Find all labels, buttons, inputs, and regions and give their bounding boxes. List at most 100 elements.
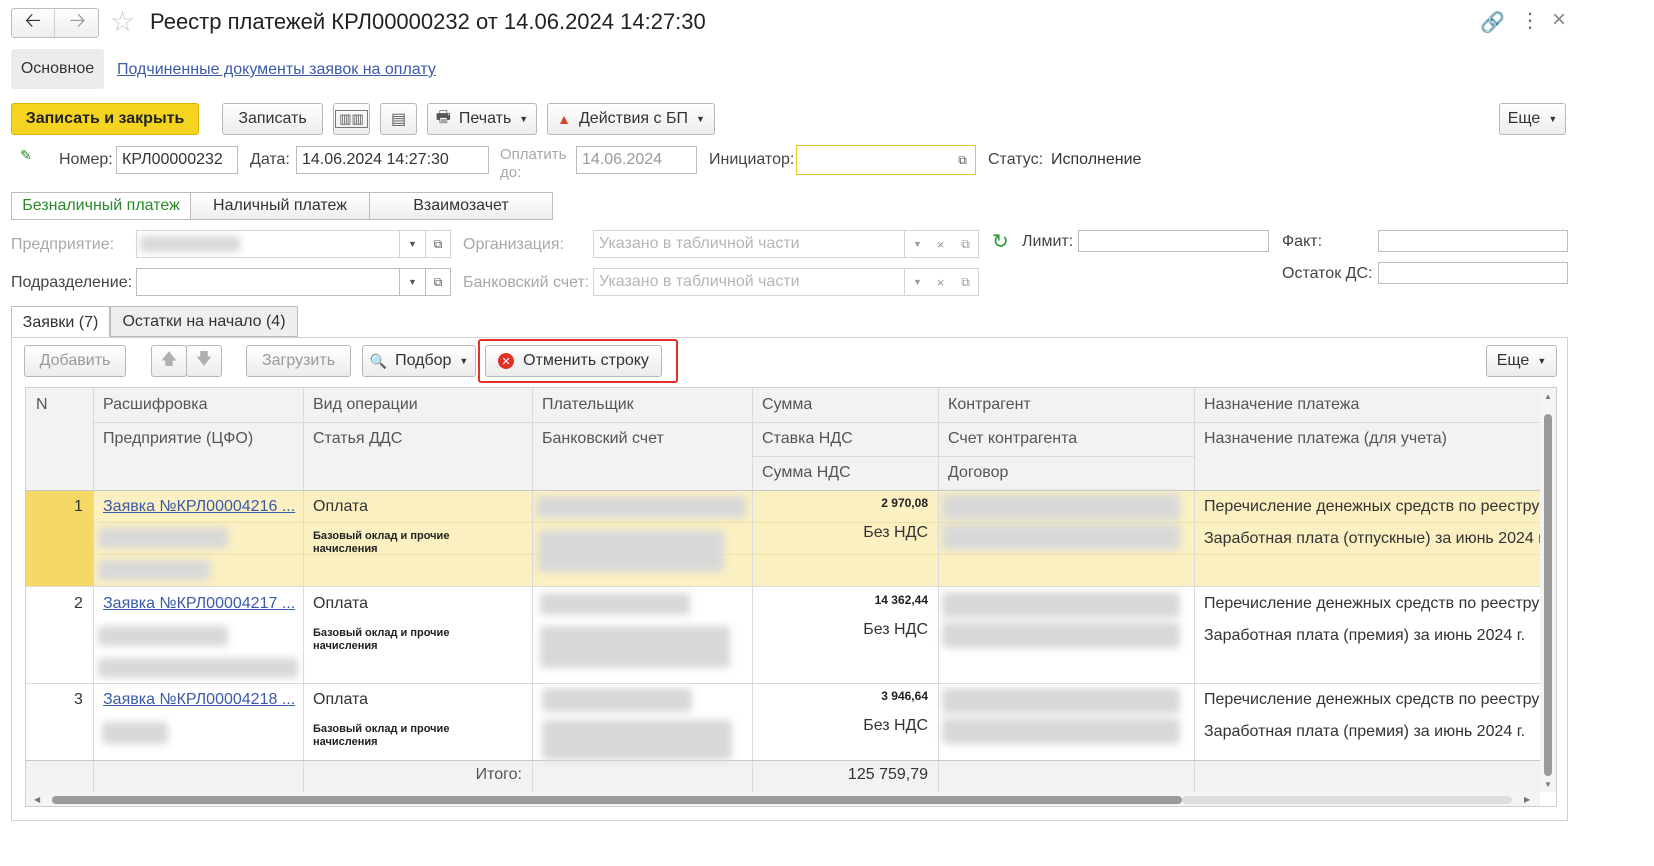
horizontal-scrollbar[interactable]: ◀ ▶ xyxy=(26,792,1540,806)
tab-main[interactable]: Основное xyxy=(11,49,104,89)
scroll-left-icon[interactable]: ◀ xyxy=(34,795,40,804)
pay-until-label-2: до: xyxy=(500,164,522,181)
back-arrow-icon[interactable]: 🡠 xyxy=(12,9,55,37)
vertical-scrollbar-thumb[interactable] xyxy=(1544,414,1552,776)
refresh-icon[interactable]: ↻ xyxy=(992,229,1009,254)
close-icon[interactable]: × xyxy=(1552,6,1566,34)
col-header-vat-sum[interactable]: Сумма НДС xyxy=(762,464,851,482)
scroll-right-icon[interactable]: ▶ xyxy=(1524,795,1530,804)
arrow-up-icon: 🡅 xyxy=(160,350,178,368)
col-header-sum[interactable]: Сумма xyxy=(762,396,812,414)
favorite-star-icon[interactable]: ☆ xyxy=(110,6,135,38)
print-button[interactable]: 🖶 Печать ▼ xyxy=(427,103,537,135)
redacted xyxy=(942,524,1180,550)
date-field[interactable]: 14.06.2024 14:27:30 xyxy=(296,146,489,174)
horizontal-scrollbar-thumb[interactable] xyxy=(52,796,1182,804)
move-down-button[interactable]: 🡇 xyxy=(186,345,222,377)
table-more-button[interactable]: Еще ▼ xyxy=(1486,345,1557,377)
date-label: Дата: xyxy=(250,151,290,168)
col-header-cp-account[interactable]: Счет контрагента xyxy=(948,430,1077,448)
sum-value: 14 362,44 xyxy=(874,593,928,607)
division-open-button[interactable]: ⧉ xyxy=(425,268,451,296)
vat-rate: Без НДС xyxy=(863,621,928,638)
redacted xyxy=(98,626,228,646)
cancel-icon: ✕ xyxy=(498,353,515,369)
total-value: 125 759,79 xyxy=(847,766,928,783)
col-header-op-type[interactable]: Вид операции xyxy=(313,396,418,414)
division-label: Подразделение: xyxy=(11,274,133,291)
redacted xyxy=(542,688,692,712)
load-button[interactable]: Загрузить xyxy=(246,345,351,377)
forward-arrow-icon[interactable]: 🡢 xyxy=(56,9,99,37)
scroll-down-icon[interactable]: ▼ xyxy=(1544,780,1552,789)
purpose-accounting: Заработная плата (отпускные) за июнь 202… xyxy=(1204,530,1547,547)
vertical-scrollbar[interactable]: ▲ ▼ xyxy=(1540,388,1556,792)
dds-article: Базовый оклад и прочие начисления xyxy=(313,723,450,748)
col-header-bank[interactable]: Банковский счет xyxy=(542,430,664,448)
fact-field[interactable] xyxy=(1378,230,1568,252)
col-header-enterprise-cfo[interactable]: Предприятие (ЦФО) xyxy=(103,430,253,448)
initiator-field[interactable] xyxy=(796,145,950,175)
purpose-accounting: Заработная плата (премия) за июнь 2024 г… xyxy=(1204,723,1526,740)
redacted xyxy=(536,496,746,518)
redacted xyxy=(98,658,298,678)
dds-article: Базовый оклад и прочие начисления xyxy=(313,530,450,555)
col-header-purpose-acc[interactable]: Назначение платежа (для учета) xyxy=(1204,430,1447,448)
bank-account-open-button: ⧉ xyxy=(953,268,979,296)
link-icon[interactable]: 🔗 xyxy=(1480,10,1505,35)
structure-button[interactable]: ▥▥ xyxy=(333,103,370,135)
number-label: Номер: xyxy=(59,151,113,168)
purpose-accounting: Заработная плата (премия) за июнь 2024 г… xyxy=(1204,627,1526,644)
initiator-open-button[interactable]: ⧉ xyxy=(950,145,976,175)
purpose: Перечисление денежных средств по реестру xyxy=(1204,691,1540,708)
save-button[interactable]: Записать xyxy=(222,103,323,135)
col-header-vat-rate[interactable]: Ставка НДС xyxy=(762,430,853,448)
cancel-row-button[interactable]: ✕ Отменить строку xyxy=(485,345,662,377)
bp-actions-button[interactable]: ▲ Действия с БП ▼ xyxy=(547,103,715,135)
tab-cashless[interactable]: Безналичный платеж xyxy=(11,192,191,220)
col-header-dds[interactable]: Статья ДДС xyxy=(313,430,402,448)
col-header-n[interactable]: N xyxy=(36,396,48,414)
col-header-contract[interactable]: Договор xyxy=(948,464,1008,482)
tab-cash[interactable]: Наличный платеж xyxy=(190,192,370,220)
tab-opening-balances[interactable]: Остатки на начало (4) xyxy=(110,306,298,337)
number-field[interactable]: КРЛ00000232 xyxy=(116,146,238,174)
enterprise-dropdown[interactable]: ▼ xyxy=(400,230,426,258)
menu-dots-icon[interactable]: ⋮ xyxy=(1520,8,1540,33)
redacted xyxy=(542,720,732,760)
redacted xyxy=(942,718,1180,744)
move-up-button[interactable]: 🡅 xyxy=(151,345,187,377)
balance-field[interactable] xyxy=(1378,262,1568,284)
tab-requests[interactable]: Заявки (7) xyxy=(11,306,110,338)
window-title: Реестр платежей КРЛ00000232 от 14.06.202… xyxy=(150,9,706,34)
more-button[interactable]: Еще ▼ xyxy=(1499,103,1566,135)
limit-field[interactable] xyxy=(1078,230,1269,252)
vat-rate: Без НДС xyxy=(863,717,928,734)
structure-icon: ▥▥ xyxy=(335,110,368,128)
tab-offset[interactable]: Взаимозачет xyxy=(369,192,553,220)
redacted xyxy=(102,722,168,744)
request-link[interactable]: Заявка №КРЛ00004216 ... xyxy=(103,498,295,516)
balance-label: Остаток ДС: xyxy=(1282,265,1373,282)
enterprise-open-button[interactable]: ⧉ xyxy=(425,230,451,258)
row-number: 2 xyxy=(74,595,83,612)
select-button[interactable]: 🔍 Подбор ▼ xyxy=(362,345,476,377)
col-header-decode[interactable]: Расшифровка xyxy=(103,396,208,414)
operation-type: Оплата xyxy=(313,691,369,708)
request-link[interactable]: Заявка №КРЛ00004218 ... xyxy=(103,691,295,709)
organization-label: Организация: xyxy=(463,236,564,253)
request-link[interactable]: Заявка №КРЛ00004217 ... xyxy=(103,595,295,613)
save-and-close-button[interactable]: Записать и закрыть xyxy=(11,103,199,135)
add-button[interactable]: Добавить xyxy=(24,345,126,377)
report-button[interactable]: ▤ xyxy=(380,103,417,135)
col-header-payer[interactable]: Плательщик xyxy=(542,396,634,414)
open-window-icon: ⧉ xyxy=(961,274,970,289)
redacted xyxy=(538,530,724,572)
division-dropdown[interactable]: ▼ xyxy=(400,268,426,296)
row-number: 3 xyxy=(74,691,83,708)
scroll-up-icon[interactable]: ▲ xyxy=(1544,392,1552,401)
sub-documents-link[interactable]: Подчиненные документы заявок на оплату xyxy=(117,61,436,79)
col-header-counterparty[interactable]: Контрагент xyxy=(948,396,1031,414)
division-field[interactable] xyxy=(136,268,400,296)
col-header-purpose[interactable]: Назначение платежа xyxy=(1204,396,1359,414)
